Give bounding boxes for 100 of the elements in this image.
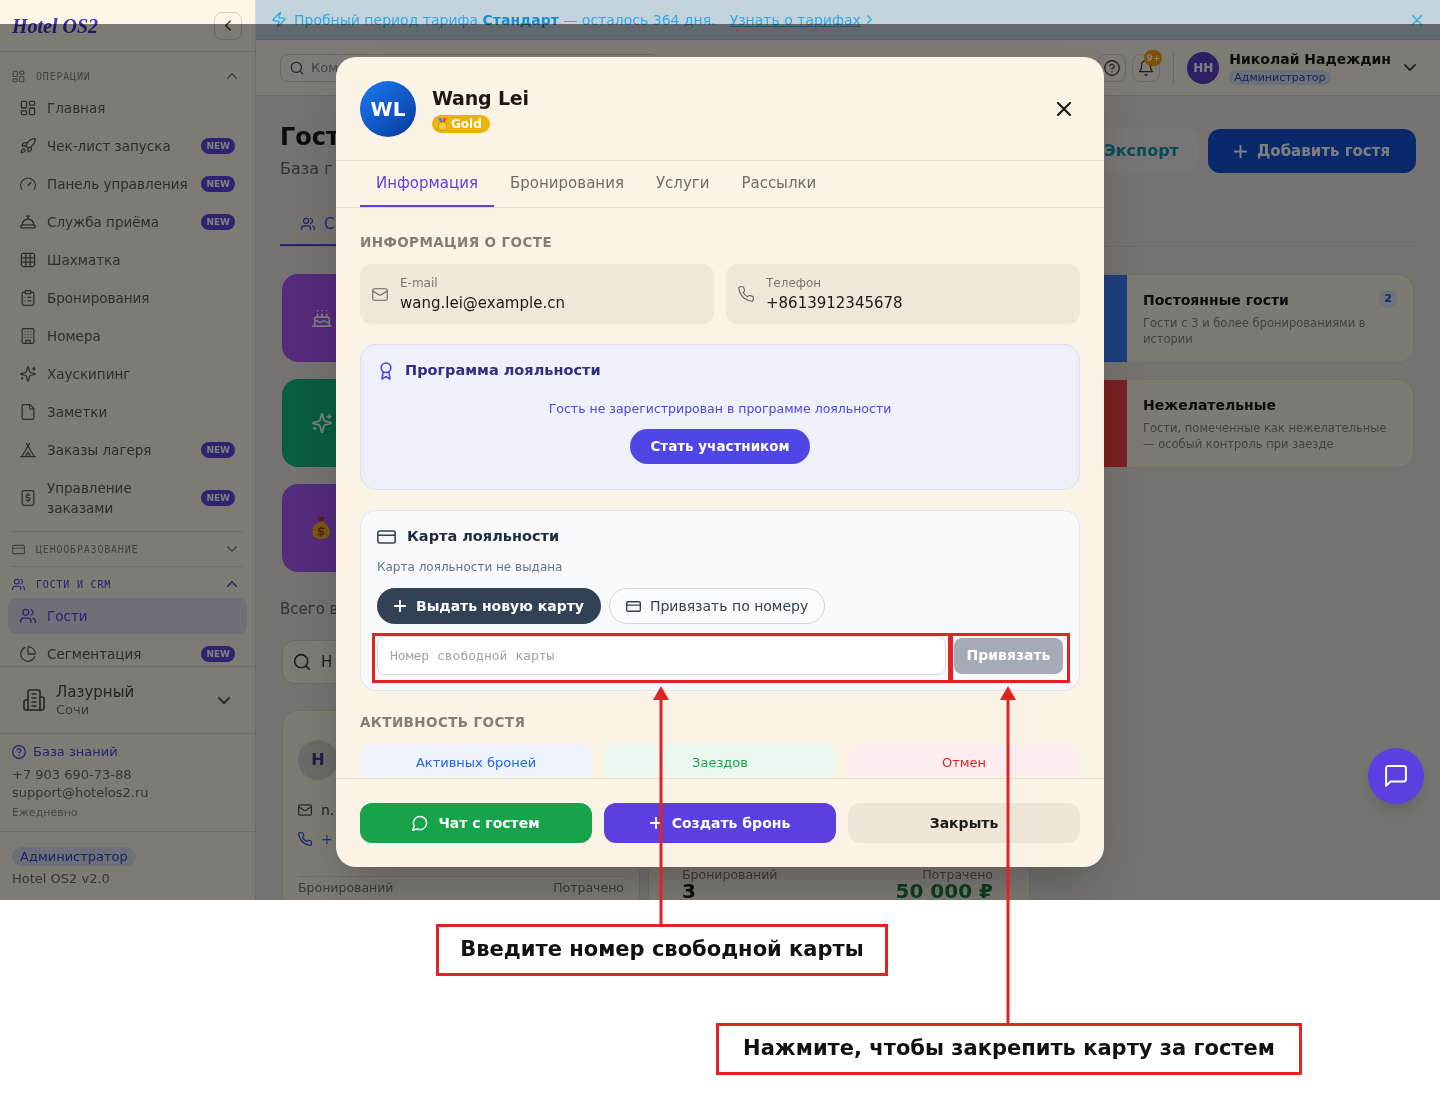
sidebar-item[interactable]: Хаускипинг bbox=[8, 356, 247, 392]
knowledge-base-link[interactable]: База знаний bbox=[12, 744, 118, 760]
receipt-icon bbox=[20, 490, 36, 506]
stat-value: 3 bbox=[682, 882, 696, 900]
chat-with-guest-button[interactable]: Чат с гостем bbox=[360, 803, 592, 843]
dialog-tab[interactable]: Рассылки bbox=[725, 161, 833, 207]
chat-button[interactable] bbox=[1368, 748, 1424, 804]
sidebar-item[interactable]: Заказы лагеря NEW bbox=[8, 432, 247, 468]
count-badge: 2 bbox=[1379, 290, 1397, 308]
sidebar-section-header[interactable]: ОПЕРАЦИИ bbox=[8, 64, 247, 88]
annotation-callout: Нажмите, чтобы закрепить карту за гостем bbox=[716, 1023, 1302, 1075]
guest-name: Wang Lei bbox=[432, 86, 529, 111]
panel-title: Карта лояльности bbox=[407, 527, 560, 547]
create-booking-button[interactable]: Создать бронь bbox=[604, 803, 836, 843]
collapse-sidebar-button[interactable] bbox=[214, 11, 242, 40]
field-label: E-mail bbox=[400, 275, 438, 291]
new-badge: NEW bbox=[201, 176, 235, 192]
support-phone: +7 903 690-73-88 bbox=[12, 766, 132, 784]
issue-card-button[interactable]: Выдать новую карту bbox=[377, 588, 601, 624]
sidebar-item[interactable]: Панель управления NEW bbox=[8, 166, 247, 202]
sidebar-item[interactable]: Номера bbox=[8, 318, 247, 354]
sparkles-icon bbox=[312, 413, 332, 433]
search-icon bbox=[293, 653, 311, 671]
link-by-number-button[interactable]: Привязать по номеру bbox=[608, 588, 826, 624]
stat-label: Бронирований bbox=[298, 880, 394, 896]
app-version: Hotel OS2 v2.0 bbox=[12, 871, 110, 887]
tent-icon bbox=[20, 442, 36, 458]
segment-title: Постоянные гости bbox=[1143, 291, 1289, 310]
chevron-right-icon bbox=[866, 15, 872, 24]
new-badge: NEW bbox=[201, 214, 235, 230]
table-icon bbox=[20, 252, 36, 268]
stat-label: Отмен bbox=[941, 755, 987, 772]
sidebar-item[interactable]: Шахматка bbox=[8, 242, 247, 278]
rocket-icon bbox=[20, 138, 36, 154]
pricing-link[interactable]: Узнать о тарифах bbox=[729, 9, 872, 30]
dialog-tab[interactable]: Бронирования bbox=[494, 161, 640, 207]
role-badge: Администратор bbox=[12, 847, 136, 866]
add-guest-button[interactable]: Добавить гостя bbox=[1208, 129, 1416, 173]
section-heading: ИНФОРМАЦИЯ О ГОСТЕ bbox=[360, 233, 553, 252]
dialog-tab[interactable]: Информация bbox=[360, 161, 495, 207]
sidebar-item[interactable]: Гости bbox=[8, 598, 247, 634]
sidebar-section-header[interactable]: ГОСТИ И CRM bbox=[8, 572, 247, 596]
chevron-down-icon bbox=[1404, 64, 1416, 71]
panel-message: Гость не зарегистрирован в программе лояльности bbox=[548, 401, 892, 417]
dialog-tab[interactable]: Услуги bbox=[639, 161, 726, 207]
section-heading: АКТИВНОСТЬ ГОСТЯ bbox=[360, 713, 526, 732]
sidebar-item[interactable]: Служба приёма NEW bbox=[8, 204, 247, 240]
notification-count-badge: 9+ bbox=[1144, 49, 1163, 66]
sidebar-item[interactable]: Главная bbox=[8, 90, 247, 126]
grid-icon bbox=[12, 69, 25, 83]
bell-icon bbox=[1138, 59, 1155, 76]
user-role-badge: Администратор bbox=[1229, 70, 1331, 85]
stat-label: Заездов bbox=[692, 755, 748, 772]
clipboard-icon bbox=[20, 290, 36, 306]
user-menu[interactable]: НН Николай Надеждин Администратор bbox=[1187, 50, 1416, 85]
file-icon bbox=[20, 404, 36, 420]
tier-label: Gold bbox=[451, 116, 482, 132]
medal-icon bbox=[438, 117, 447, 131]
stat-label: Бронирований bbox=[682, 868, 778, 882]
segment-title: Нежелательные bbox=[1143, 396, 1276, 415]
close-dialog-button[interactable]: Закрыть bbox=[848, 803, 1080, 843]
plus-icon bbox=[1234, 144, 1247, 158]
sidebar-item[interactable]: Заметки bbox=[8, 394, 247, 430]
lightning-icon bbox=[272, 12, 286, 27]
plus-icon bbox=[394, 600, 406, 612]
cake-icon bbox=[312, 308, 332, 328]
guest-email: n. bbox=[321, 800, 335, 820]
user-name: Николай Надеждин bbox=[1229, 50, 1391, 68]
service-bell-icon bbox=[20, 214, 36, 230]
panel-title: Программа лояльности bbox=[405, 361, 601, 381]
phone-icon bbox=[738, 286, 754, 302]
grid-icon bbox=[20, 100, 36, 116]
close-icon bbox=[1412, 14, 1422, 25]
join-program-button[interactable]: Стать участником bbox=[630, 429, 810, 464]
stat-label: Активных броней bbox=[415, 755, 537, 772]
property-selector[interactable]: Лазурный Сочи bbox=[0, 666, 255, 733]
segment-card[interactable]: Нежелательные Гости, помеченные как нежелательные — особый контроль при заезде bbox=[1104, 379, 1414, 468]
sidebar-item[interactable]: Чек-лист запуска NEW bbox=[8, 128, 247, 164]
hotel-building-icon bbox=[23, 689, 45, 711]
close-banner-button[interactable] bbox=[1412, 14, 1422, 25]
notifications-button[interactable]: 9+ bbox=[1132, 53, 1161, 82]
users-icon bbox=[12, 577, 25, 591]
help-icon bbox=[1104, 59, 1121, 76]
support-email: support@hotelos2.ru bbox=[12, 784, 149, 802]
page-subtitle: База г bbox=[280, 158, 333, 180]
users-icon bbox=[20, 608, 36, 624]
card-icon bbox=[377, 530, 396, 544]
new-badge: NEW bbox=[201, 442, 235, 458]
phone-icon bbox=[298, 832, 312, 846]
card-number-field[interactable]: Номер свободной карты bbox=[377, 636, 946, 675]
money-bag-icon bbox=[312, 517, 330, 539]
plus-icon bbox=[649, 817, 662, 829]
sidebar-item[interactable]: Управление заказами NEW bbox=[8, 470, 247, 526]
sidebar-item[interactable]: Сегментация NEW bbox=[8, 636, 247, 666]
building-icon bbox=[20, 328, 36, 344]
guest-search-field[interactable]: Н bbox=[282, 640, 336, 684]
gauge-icon bbox=[20, 176, 36, 192]
sidebar-section-header[interactable]: ЦЕНООБРАЗОВАНИЕ bbox=[8, 537, 247, 561]
chevron-left-icon bbox=[225, 20, 231, 31]
sidebar-item[interactable]: Бронирования bbox=[8, 280, 247, 316]
